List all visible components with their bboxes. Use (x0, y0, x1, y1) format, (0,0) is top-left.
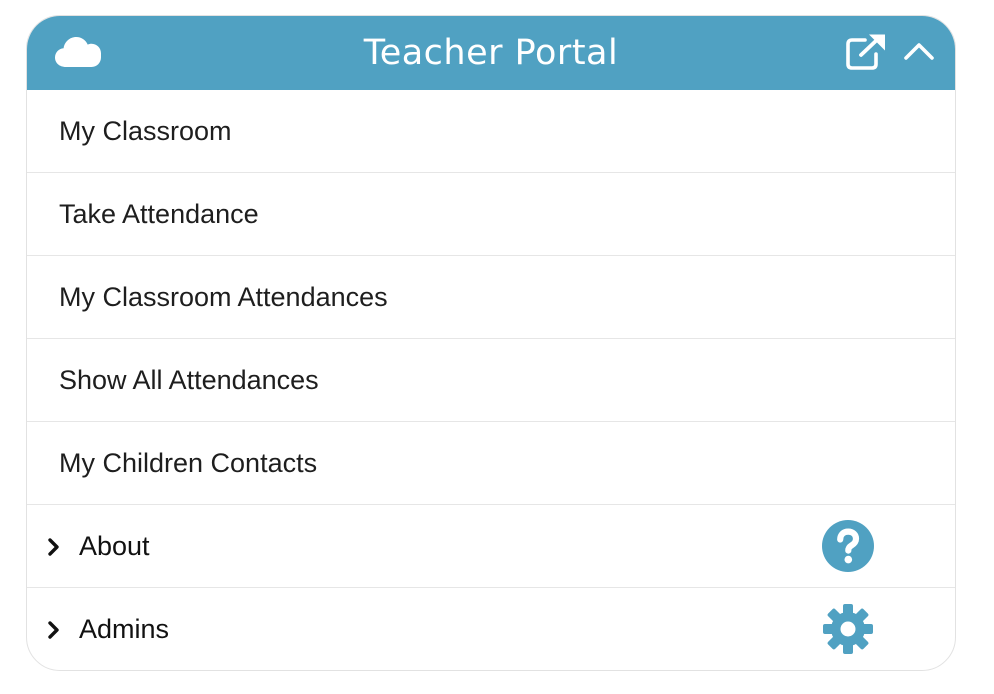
menu-item-label: Show All Attendances (59, 365, 319, 395)
portal-menu: My Classroom Take Attendance My Classroo… (27, 90, 955, 670)
menu-item-label: My Classroom Attendances (59, 282, 388, 312)
chevron-right-icon (48, 538, 59, 556)
menu-group-about[interactable]: About (27, 505, 955, 588)
menu-group-label: About (79, 531, 150, 561)
chevron-right-icon (48, 621, 59, 639)
question-circle-icon (822, 520, 874, 572)
chevron-up-icon[interactable] (903, 38, 935, 66)
menu-item-label: Take Attendance (59, 199, 259, 229)
menu-group-admins[interactable]: Admins (27, 588, 955, 670)
menu-item-label: My Children Contacts (59, 448, 318, 478)
teacher-portal-panel: Teacher Portal My Classroom Take Attenda… (26, 15, 956, 671)
menu-item-my-classroom[interactable]: My Classroom (27, 90, 955, 173)
menu-item-label: My Classroom (59, 116, 232, 146)
menu-item-show-all-attendances[interactable]: Show All Attendances (27, 339, 955, 422)
menu-item-my-classroom-attendances[interactable]: My Classroom Attendances (27, 256, 955, 339)
panel-header: Teacher Portal (27, 16, 955, 90)
menu-item-my-children-contacts[interactable]: My Children Contacts (27, 422, 955, 505)
menu-item-take-attendance[interactable]: Take Attendance (27, 173, 955, 256)
gear-icon (823, 604, 873, 654)
page-title: Teacher Portal (363, 33, 619, 73)
menu-group-label: Admins (79, 614, 170, 644)
external-link-icon[interactable] (845, 33, 887, 71)
